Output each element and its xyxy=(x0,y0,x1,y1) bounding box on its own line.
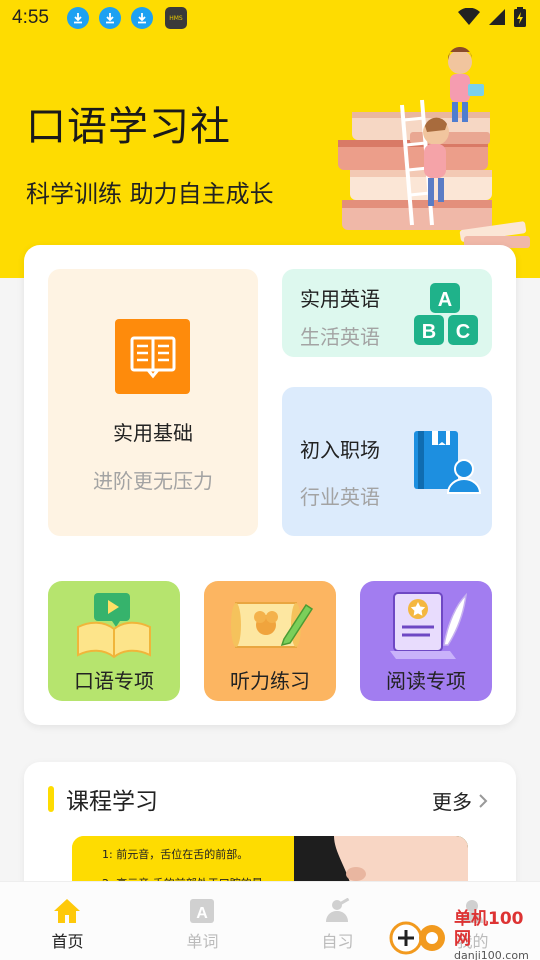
download-icon xyxy=(98,7,121,29)
word-icon: A xyxy=(190,899,214,923)
practical-basics-tile[interactable]: 实用基础 进阶更无压力 xyxy=(48,269,258,536)
study-icon xyxy=(326,898,350,922)
book-icon xyxy=(115,319,190,394)
tab-study-label: 自习 xyxy=(321,932,354,951)
workplace-title: 初入职场 xyxy=(300,438,380,462)
category-card: 实用基础 进阶更无压力 实用英语 生活英语 A B C 初入职场 行业英语 口语… xyxy=(24,245,516,725)
practical-basics-title: 实用基础 xyxy=(113,421,193,445)
workplace-tile[interactable]: 初入职场 行业英语 xyxy=(282,387,492,536)
tab-word-label: 单词 xyxy=(186,932,219,951)
tab-home-label: 首页 xyxy=(51,932,84,951)
status-bar: 4:55 HMS xyxy=(0,0,540,36)
course-section-title: 课程学习 xyxy=(66,789,158,815)
tab-home[interactable]: 首页 xyxy=(0,882,135,960)
home-icon xyxy=(54,899,80,923)
open-book-video-icon xyxy=(77,593,151,659)
lesson-line: 1: 前元音，舌位在舌的前部。 xyxy=(102,848,249,861)
signal-icon xyxy=(489,9,505,25)
more-link[interactable]: 更多 xyxy=(432,786,488,815)
practical-english-subtitle: 生活英语 xyxy=(300,325,380,349)
tab-study[interactable]: 自习 xyxy=(270,882,405,960)
speaking-label: 口语专项 xyxy=(74,669,154,693)
reading-tile[interactable]: 阅读专项 xyxy=(360,581,492,701)
block-b-label: B xyxy=(422,321,436,343)
watermark-name: 单机100网 xyxy=(454,909,524,949)
site-watermark: 单机100网 danji100.com xyxy=(388,909,540,960)
workplace-subtitle: 行业英语 xyxy=(300,485,380,509)
watermark-url: danji100.com xyxy=(454,949,529,960)
download-icon xyxy=(66,7,89,29)
practical-basics-subtitle: 进阶更无压力 xyxy=(93,469,213,493)
app-title: 口语学习社 xyxy=(26,104,231,150)
hero-banner: 4:55 HMS 口语学习社 科学训练 助力自主成长 xyxy=(0,0,540,278)
block-c-label: C xyxy=(456,321,470,343)
more-label: 更多 xyxy=(432,790,472,814)
section-accent-bar xyxy=(48,786,54,812)
hms-icon: HMS xyxy=(164,7,187,29)
status-time: 4:55 xyxy=(12,7,49,28)
status-indicators xyxy=(458,7,526,27)
abc-blocks-icon: A B C xyxy=(414,283,478,345)
app-subtitle: 科学训练 助力自主成长 xyxy=(26,180,274,208)
scroll-pencil-icon xyxy=(231,602,314,648)
book-person-icon xyxy=(414,431,482,494)
certificate-quill-icon xyxy=(390,592,468,659)
watermark-logo xyxy=(388,916,450,956)
chevron-right-icon xyxy=(479,793,488,808)
svg-text:A: A xyxy=(196,905,208,922)
battery-icon xyxy=(514,7,526,27)
reading-label: 阅读专项 xyxy=(386,669,466,693)
practical-english-title: 实用英语 xyxy=(300,287,380,311)
listening-tile[interactable]: 听力练习 xyxy=(204,581,336,701)
block-a-label: A xyxy=(438,289,452,311)
tab-word[interactable]: A 单词 xyxy=(135,882,270,960)
practical-english-tile[interactable]: 实用英语 生活英语 A B C xyxy=(282,269,492,357)
listening-label: 听力练习 xyxy=(230,669,310,693)
wifi-icon xyxy=(458,8,480,25)
download-icon xyxy=(130,7,153,29)
books-kids-illustration xyxy=(338,46,530,248)
speaking-tile[interactable]: 口语专项 xyxy=(48,581,180,701)
